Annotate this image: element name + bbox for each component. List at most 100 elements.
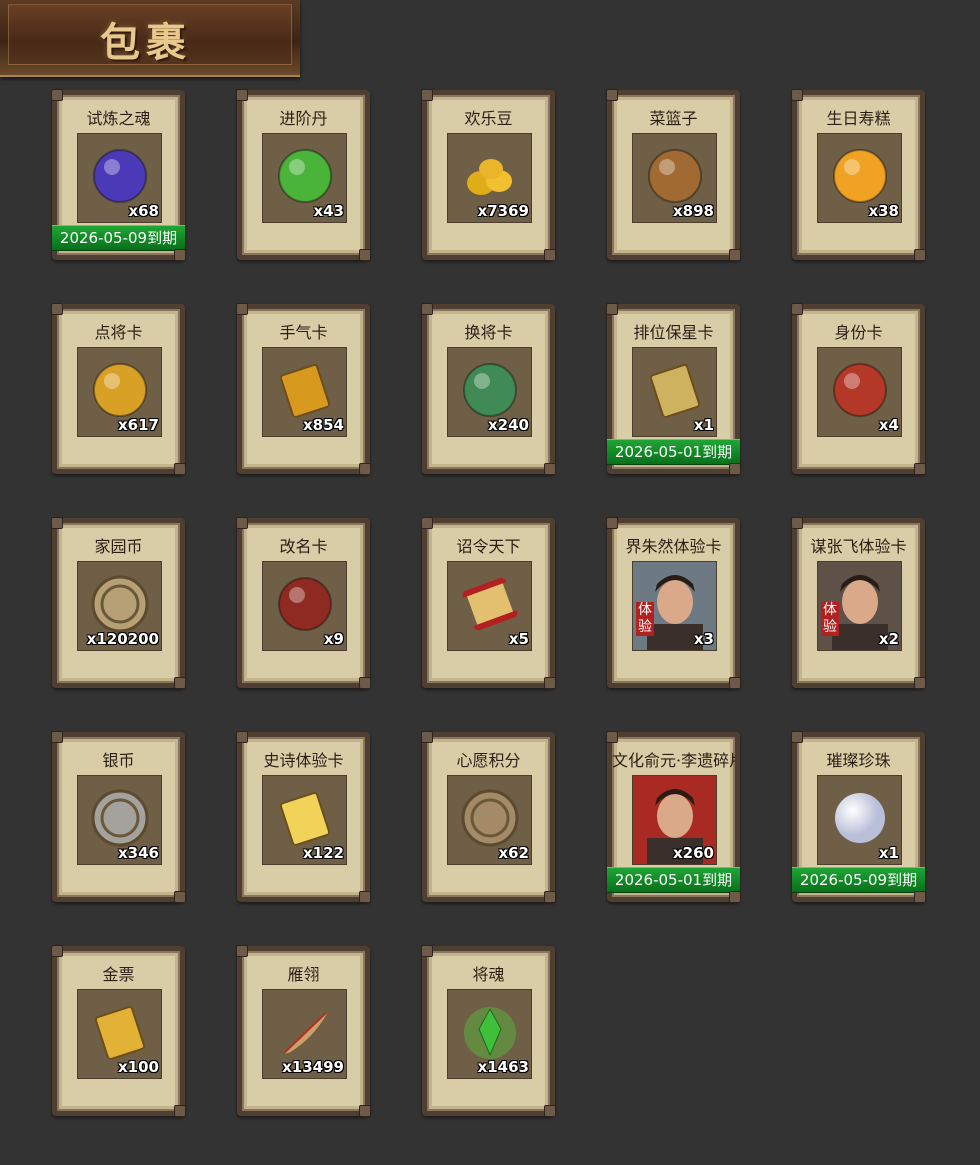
item-quantity: x260 (673, 844, 714, 862)
item-name: 身份卡 (834, 323, 883, 342)
item-icon-frame: x240 (447, 347, 532, 437)
item-quantity: x38 (868, 202, 899, 220)
item-quantity: x120200 (86, 630, 159, 648)
item-name: 雁翎 (287, 965, 320, 984)
item-name: 点将卡 (94, 323, 143, 342)
inventory-item-card[interactable]: 生日寿糕 x38 (791, 89, 926, 261)
trial-badge: 体验 (636, 602, 654, 636)
inventory-item-card[interactable]: 璀璨珍珠 x1 2026-05-09到期 (791, 731, 926, 903)
item-quantity: x240 (488, 416, 529, 434)
item-name: 进阶丹 (279, 109, 328, 128)
item-icon-frame: x1463 (447, 989, 532, 1079)
item-quantity: x5 (508, 630, 529, 648)
item-quantity: x100 (118, 1058, 159, 1076)
inventory-item-card[interactable]: 进阶丹 x43 (236, 89, 371, 261)
item-icon-frame: x4 (817, 347, 902, 437)
item-quantity: x3 (693, 630, 714, 648)
item-icon-frame: x68 (77, 133, 162, 223)
item-name: 菜篮子 (649, 109, 698, 128)
inventory-item-card[interactable]: 界朱然体验卡 体验 x3 (606, 517, 741, 689)
item-icon-frame: x1 (817, 775, 902, 865)
item-name: 璀璨珍珠 (826, 751, 891, 770)
item-name: 换将卡 (464, 323, 513, 342)
item-quantity: x854 (303, 416, 344, 434)
item-icon-frame: x854 (262, 347, 347, 437)
inventory-item-card[interactable]: 手气卡 x854 (236, 303, 371, 475)
inventory-item-card[interactable]: 家园币 x120200 (51, 517, 186, 689)
item-quantity: x122 (303, 844, 344, 862)
inventory-item-card[interactable]: 点将卡 x617 (51, 303, 186, 475)
item-name: 手气卡 (279, 323, 328, 342)
item-name: 试炼之魂 (86, 109, 151, 128)
item-icon-frame: x13499 (262, 989, 347, 1079)
inventory-item-card[interactable]: 换将卡 x240 (421, 303, 556, 475)
trial-badge: 体验 (821, 602, 839, 636)
item-name: 谋张飞体验卡 (810, 537, 907, 556)
item-name: 心愿积分 (456, 751, 521, 770)
item-name: 将魂 (472, 965, 505, 984)
page-title: 包裹 (100, 19, 192, 66)
item-name: 欢乐豆 (464, 109, 513, 128)
inventory-item-card[interactable]: 试炼之魂 x68 2026-05-09到期 (51, 89, 186, 261)
item-name: 银币 (102, 751, 135, 770)
expiry-banner: 2026-05-09到期 (792, 867, 925, 893)
item-quantity: x1 (878, 844, 899, 862)
inventory-item-card[interactable]: 文化俞元·李遗碎片 x260 2026-05-01到期 (606, 731, 741, 903)
item-name: 金票 (102, 965, 135, 984)
inventory-item-card[interactable]: 心愿积分 x62 (421, 731, 556, 903)
inventory-item-card[interactable]: 诏令天下 x5 (421, 517, 556, 689)
item-quantity: x4 (878, 416, 899, 434)
item-name: 生日寿糕 (826, 109, 891, 128)
item-name: 史诗体验卡 (263, 751, 344, 770)
item-name: 界朱然体验卡 (625, 537, 722, 556)
item-icon-frame: x120200 (77, 561, 162, 651)
item-icon-frame: x7369 (447, 133, 532, 223)
item-name: 文化俞元·李遗碎片 (612, 751, 735, 770)
inventory-grid: 试炼之魂 x68 2026-05-09到期 进阶丹 x43 欢乐豆 x7369 … (51, 89, 926, 1117)
item-quantity: x898 (673, 202, 714, 220)
item-name: 排位保星卡 (633, 323, 714, 342)
item-name: 诏令天下 (456, 537, 521, 556)
item-quantity: x617 (118, 416, 159, 434)
item-quantity: x2 (878, 630, 899, 648)
expiry-banner: 2026-05-01到期 (607, 439, 740, 465)
item-icon-frame: x9 (262, 561, 347, 651)
inventory-item-card[interactable]: 菜篮子 x898 (606, 89, 741, 261)
item-quantity: x1463 (477, 1058, 529, 1076)
item-name: 改名卡 (279, 537, 328, 556)
inventory-item-card[interactable]: 身份卡 x4 (791, 303, 926, 475)
inventory-item-card[interactable]: 金票 x100 (51, 945, 186, 1117)
inventory-item-card[interactable]: 史诗体验卡 x122 (236, 731, 371, 903)
inventory-item-card[interactable]: 雁翎 x13499 (236, 945, 371, 1117)
inventory-item-card[interactable]: 改名卡 x9 (236, 517, 371, 689)
item-icon-frame: 体验 x3 (632, 561, 717, 651)
item-quantity: x43 (313, 202, 344, 220)
bag-banner: 包裹 (0, 0, 300, 77)
inventory-item-card[interactable]: 排位保星卡 x1 2026-05-01到期 (606, 303, 741, 475)
item-quantity: x9 (323, 630, 344, 648)
item-icon-frame: x43 (262, 133, 347, 223)
item-icon-frame: x1 (632, 347, 717, 437)
item-quantity: x13499 (282, 1058, 344, 1076)
item-icon-frame: x5 (447, 561, 532, 651)
inventory-item-card[interactable]: 谋张飞体验卡 体验 x2 (791, 517, 926, 689)
item-quantity: x346 (118, 844, 159, 862)
item-quantity: x62 (498, 844, 529, 862)
item-quantity: x1 (693, 416, 714, 434)
expiry-banner: 2026-05-01到期 (607, 867, 740, 893)
item-name: 家园币 (94, 537, 143, 556)
item-icon-frame: x898 (632, 133, 717, 223)
item-quantity: x7369 (477, 202, 529, 220)
inventory-item-card[interactable]: 将魂 x1463 (421, 945, 556, 1117)
item-icon-frame: x346 (77, 775, 162, 865)
item-icon-frame: x38 (817, 133, 902, 223)
item-icon-frame: x260 (632, 775, 717, 865)
item-icon-frame: x62 (447, 775, 532, 865)
item-quantity: x68 (128, 202, 159, 220)
expiry-banner: 2026-05-09到期 (52, 225, 185, 251)
item-icon-frame: x122 (262, 775, 347, 865)
item-icon-frame: x617 (77, 347, 162, 437)
inventory-item-card[interactable]: 欢乐豆 x7369 (421, 89, 556, 261)
item-icon-frame: 体验 x2 (817, 561, 902, 651)
inventory-item-card[interactable]: 银币 x346 (51, 731, 186, 903)
